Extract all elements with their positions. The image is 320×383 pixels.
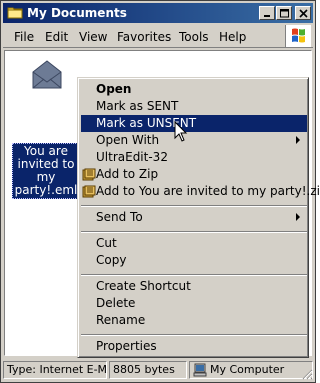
menu-separator — [81, 231, 307, 233]
minimize-button[interactable] — [259, 6, 275, 20]
menu-tools[interactable]: Tools — [179, 30, 209, 44]
menu-help[interactable]: Help — [219, 30, 246, 44]
file-name-label[interactable]: You are invited to my party!.eml — [12, 143, 80, 199]
menu-add-to-zip-label: Add to Zip — [96, 167, 159, 181]
menu-bar: File Edit View Favorites Tools Help — [3, 24, 313, 48]
context-menu: Open Mark as SENT Mark as UNSENT Open Wi… — [77, 77, 320, 358]
status-location: My Computer — [189, 361, 313, 379]
menu-ultraedit[interactable]: UltraEdit-32 — [81, 149, 307, 166]
menu-add-to-named-zip-label: Add to You are invited to my party!.zip — [96, 184, 320, 198]
status-bar: Type: Internet E-Ma 8805 bytes My Comput… — [3, 360, 313, 380]
winzip-icon — [82, 168, 96, 181]
title-bar[interactable]: My Documents — [3, 3, 313, 23]
resize-grip-icon[interactable] — [301, 368, 313, 380]
menu-cut[interactable]: Cut — [81, 235, 307, 252]
arrow-cursor-icon — [174, 121, 188, 142]
close-icon — [299, 9, 308, 18]
submenu-arrow-icon — [296, 136, 300, 144]
menu-separator — [81, 334, 307, 336]
window-title: My Documents — [27, 6, 127, 20]
windows-logo — [285, 25, 311, 47]
minimize-icon — [264, 15, 270, 17]
menu-delete[interactable]: Delete — [81, 295, 307, 312]
menu-mark-unsent[interactable]: Mark as UNSENT — [81, 115, 307, 132]
computer-icon — [193, 363, 207, 377]
file-name-line-2: invited to my — [17, 157, 75, 184]
submenu-arrow-icon — [296, 213, 300, 221]
menu-add-to-named-zip[interactable]: Add to You are invited to my party!.zip — [81, 183, 320, 200]
menu-separator — [81, 205, 307, 207]
menu-separator — [81, 274, 307, 276]
menu-favorites[interactable]: Favorites — [117, 30, 171, 44]
menu-send-to[interactable]: Send To — [81, 209, 307, 226]
menu-view[interactable]: View — [79, 30, 107, 44]
menu-open[interactable]: Open — [81, 81, 307, 98]
winzip-icon — [82, 185, 96, 198]
menu-create-shortcut[interactable]: Create Shortcut — [81, 278, 307, 295]
windows-logo-icon — [292, 28, 305, 43]
close-button[interactable] — [295, 6, 311, 20]
menu-send-to-label: Send To — [96, 210, 143, 224]
envelope-icon[interactable] — [29, 58, 65, 92]
menu-edit[interactable]: Edit — [45, 30, 68, 44]
status-type: Type: Internet E-Ma — [3, 361, 107, 379]
menu-properties[interactable]: Properties — [81, 338, 307, 355]
folder-icon — [7, 7, 23, 19]
file-name-line-3: party!.eml — [14, 183, 78, 197]
menu-open-with[interactable]: Open With — [81, 132, 307, 149]
menu-open-with-label: Open With — [96, 133, 160, 147]
maximize-icon — [280, 9, 289, 18]
maximize-button[interactable] — [276, 6, 292, 20]
status-size: 8805 bytes — [109, 361, 187, 379]
menu-mark-sent[interactable]: Mark as SENT — [81, 98, 307, 115]
menu-copy[interactable]: Copy — [81, 252, 307, 269]
explorer-window: My Documents File Edit View Favorites To… — [0, 0, 320, 383]
status-location-label: My Computer — [210, 363, 285, 376]
menu-add-to-zip[interactable]: Add to Zip — [81, 166, 307, 183]
menu-rename[interactable]: Rename — [81, 312, 307, 329]
menu-file[interactable]: File — [14, 30, 34, 44]
